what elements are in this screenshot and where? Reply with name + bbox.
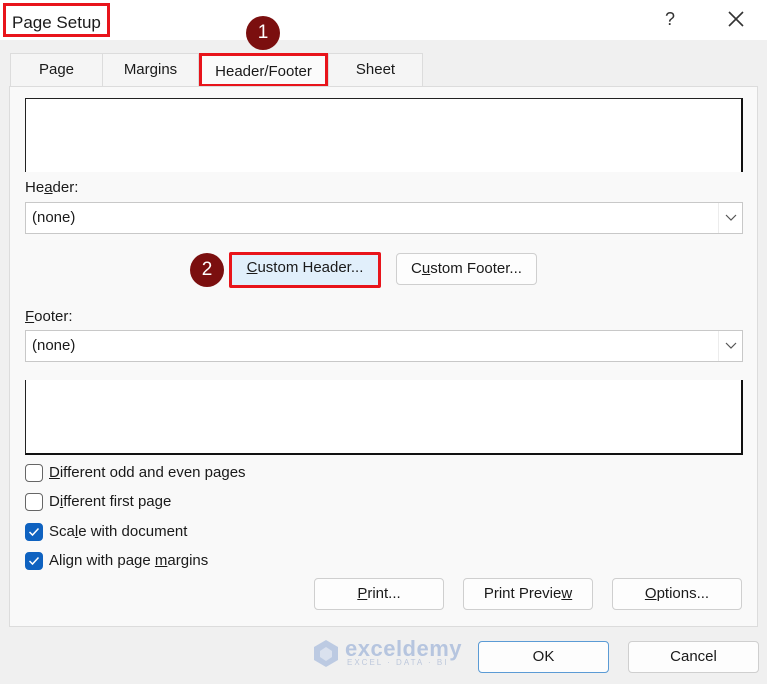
checkbox-label: Different odd and even pages — [49, 464, 246, 481]
exceldemy-logo-icon — [314, 640, 338, 667]
exceldemy-watermark: exceldemy EXCEL · DATA · BI — [311, 636, 462, 670]
header-label: Header: — [25, 179, 79, 196]
step-1-badge: 1 — [246, 16, 280, 50]
help-button[interactable]: ? — [658, 5, 682, 33]
tab-header-footer[interactable]: Header/Footer — [199, 53, 328, 87]
watermark-tagline: EXCEL · DATA · BI — [347, 658, 449, 667]
checkmark-icon — [28, 527, 40, 537]
close-button[interactable] — [722, 5, 750, 33]
tab-page[interactable]: Page — [10, 53, 103, 86]
checkbox-box[interactable] — [25, 493, 43, 511]
header-preview — [25, 98, 743, 172]
step-2-badge: 2 — [190, 253, 224, 287]
footer-select-value: (none) — [32, 337, 76, 354]
footer-dropdown-button[interactable] — [718, 331, 742, 361]
checkbox-label: Scale with document — [49, 523, 188, 540]
close-icon — [728, 11, 744, 27]
custom-footer-button[interactable]: Custom Footer... — [396, 253, 537, 285]
tab-sheet[interactable]: Sheet — [328, 53, 423, 86]
dialog-title: Page Setup — [3, 3, 110, 37]
checkbox-box[interactable] — [25, 464, 43, 482]
custom-header-button[interactable]: Custom Header... — [229, 252, 381, 288]
options-button[interactable]: Options... — [612, 578, 742, 610]
checkbox-box[interactable] — [25, 552, 43, 570]
title-bar: Page Setup ? — [0, 0, 767, 40]
header-select-value: (none) — [32, 209, 76, 226]
header-select[interactable]: (none) — [25, 202, 743, 234]
ok-button[interactable]: OK — [478, 641, 609, 673]
print-button[interactable]: Print... — [314, 578, 444, 610]
cancel-button[interactable]: Cancel — [628, 641, 759, 673]
checkbox-label: Different first page — [49, 493, 172, 510]
checkbox-label: Align with page margins — [49, 552, 209, 569]
checkbox-box[interactable] — [25, 523, 43, 541]
footer-label: Footer: — [25, 308, 73, 325]
chevron-down-icon — [725, 214, 737, 221]
checkmark-icon — [28, 556, 40, 566]
chevron-down-icon — [725, 342, 737, 349]
print-preview-button[interactable]: Print Preview — [463, 578, 593, 610]
footer-preview — [25, 380, 743, 455]
footer-select[interactable]: (none) — [25, 330, 743, 362]
tab-margins[interactable]: Margins — [102, 53, 199, 86]
header-dropdown-button[interactable] — [718, 203, 742, 233]
